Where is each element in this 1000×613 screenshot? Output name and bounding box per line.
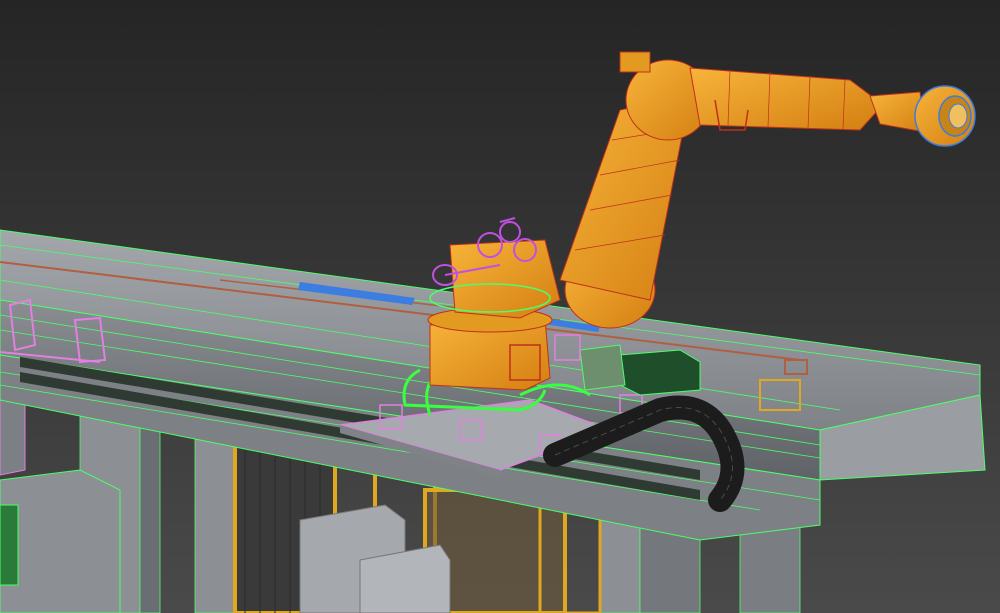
3d-viewport[interactable] xyxy=(0,0,1000,613)
end-effector-flange xyxy=(914,85,976,147)
scene-render[interactable] xyxy=(0,0,1000,613)
